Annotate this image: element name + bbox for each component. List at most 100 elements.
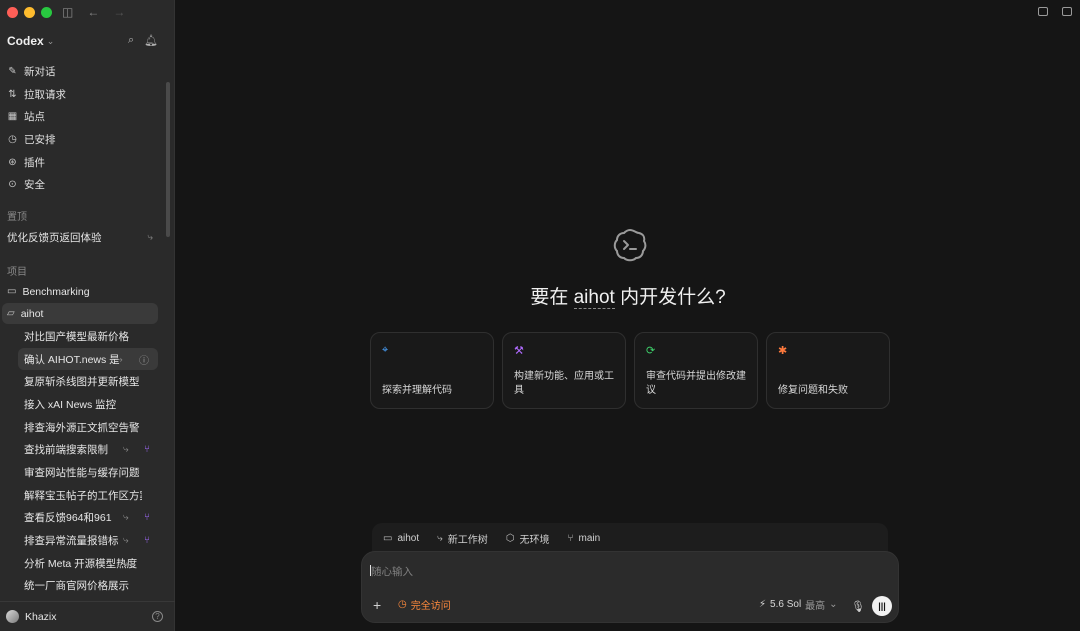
suggestion-explore-code[interactable]: ⌖ 探索并理解代码 [370,332,494,409]
pinned-thread-label: 优化反馈页返回体验 [7,231,102,244]
effort-label: 最高 [805,601,826,612]
model-selector[interactable]: ⚡︎ 5.6 Sol 最高 ⌄ [759,597,838,612]
sites-icon: ▦ [7,111,18,123]
minimize-window-button[interactable] [24,7,35,18]
thread-item[interactable]: 排查海外源正文抓空告警 ⤷ [0,416,170,439]
nav-scheduled[interactable]: ◷ 已安排 [0,128,175,151]
suggestion-build-feature[interactable]: ⚒ 构建新功能、应用或工具 [502,332,626,409]
review-icon: ⟳ [646,345,656,357]
panel-toggles [1038,7,1072,16]
thread-label: 对比国产模型最新价格 [24,330,129,343]
project-benchmarking[interactable]: ▭ Benchmarking [0,281,165,302]
zoom-window-button[interactable] [41,7,52,18]
project-selector[interactable]: ▭ aihot [383,533,419,544]
page-title: 要在 aihot 内开发什么? [176,282,1080,309]
suggestion-cards: ⌖ 探索并理解代码 ⚒ 构建新功能、应用或工具 ⟳ 审查代码并提出修改建议 ✱ … [370,332,890,409]
user-name: Khazix [25,610,57,623]
branch-value: main [578,532,601,544]
chevron-down-icon: ⌄ [829,599,838,610]
prompt-input[interactable]: 随心输入 [370,564,413,579]
info-icon[interactable]: ⓘ [139,352,149,367]
sidebar-actions: ⌕ 🔔︎ [128,34,158,47]
projects-section-label: 项目 [7,267,27,278]
worktree-icon: ⤷ [123,444,129,456]
thread-item[interactable]: 接入 xAI News 监控 [0,393,170,416]
shield-icon: ⊙ [8,179,17,191]
thread-item[interactable]: 对比国产模型最新价格 [0,325,170,348]
bell-icon[interactable]: 🔔︎ [144,34,158,47]
nav-label: 站点 [24,111,45,124]
thread-item[interactable]: 查看反馈964和961 ⤷ ⑂ [0,507,170,530]
nav-plugins[interactable]: ⊛ 插件 [0,151,175,174]
project-aihot[interactable]: ▱ aihot [2,303,158,324]
nav-label: 拉取请求 [24,88,66,101]
thread-item-selected[interactable]: 确认 AIHOT.news 是 ⤷ ⓘ [18,347,158,371]
search-icon[interactable]: ⌕ [128,34,134,47]
environment-selector[interactable]: ⬡ 无环境 [506,531,550,546]
worktree-icon: ⤷ [123,535,129,547]
branch-icon: ⑂ [144,444,150,456]
avatar [6,610,19,623]
thread-item[interactable]: 审查网站性能与缓存问题 [0,461,170,484]
thread-item[interactable]: 排查异常流量报错标 ⤷ ⑂ [0,529,170,552]
composer: 随心输入 + ◷ 完全访问 ⚡︎ 5.6 Sol 最高 ⌄ 🎙︎ ||| [361,551,899,623]
branch-selector[interactable]: ⑂ main [567,533,600,544]
nav-sites[interactable]: ▦ 站点 [0,105,175,128]
thread-label: 确认 AIHOT.news 是 [24,353,120,366]
environment-value: 无环境 [519,534,550,546]
back-arrow-icon[interactable]: ← [87,5,99,19]
folder-icon: ▭ [383,532,393,544]
nav-pull-requests[interactable]: ⇅ 拉取请求 [0,83,175,106]
headline-prefix: 要在 [530,287,574,308]
add-attachment-button[interactable]: + [373,597,381,613]
window-controls [7,7,52,18]
context-bar: ▭ aihot ⤷ 新工作树 ⬡ 无环境 ⑂ main [372,523,888,553]
worktree-selector[interactable]: ⤷ 新工作树 [437,531,488,546]
lightning-icon: ⚡︎ [759,599,767,610]
account-footer[interactable]: Khazix ? [0,601,175,631]
branch-icon: ⑂ [144,535,150,547]
worktree-icon: ⤷ [123,421,129,433]
folder-icon: ▭ [7,286,17,297]
access-level-button[interactable]: ◷ 完全访问 [398,597,451,612]
branch-icon: ⑂ [567,532,574,544]
suggestion-review-code[interactable]: ⟳ 审查代码并提出修改建议 [634,332,758,409]
sidebar-toggle-icon[interactable]: ◫ [62,5,73,19]
main-panel: 要在 aihot 内开发什么? ⌖ 探索并理解代码 ⚒ 构建新功能、应用或工具 … [176,0,1080,631]
terminal-panel-icon[interactable] [1038,7,1048,16]
side-panel-icon[interactable] [1062,7,1072,16]
thread-item[interactable]: 查找前端搜索限制 ⤷ ⑂ [0,438,170,461]
nav-new-chat[interactable]: ✎ 新对话 [0,60,175,83]
app-switcher[interactable]: Codex ⌄ [7,34,54,48]
pinned-thread[interactable]: 优化反馈页返回体验 ⤷ [0,227,165,247]
thread-label: 接入 xAI News 监控 [24,398,117,411]
thread-item[interactable]: 解释宝玉帖子的工作区方案 [0,484,170,507]
folder-open-icon: ▱ [7,308,15,319]
sidebar-scrollbar[interactable] [166,82,170,237]
help-icon[interactable]: ? [152,611,163,622]
cube-icon: ⬡ [505,532,515,544]
close-window-button[interactable] [7,7,18,18]
voice-mode-button[interactable]: ||| [872,596,892,616]
suggestion-fix-bugs[interactable]: ✱ 修复问题和失败 [766,332,890,409]
worktree-icon: ⤷ [147,231,153,243]
nav-security[interactable]: ⊙ 安全 [0,173,175,196]
microphone-icon[interactable]: 🎙︎ [851,600,865,613]
titlebar-tools: ◫ ← → [62,5,125,19]
thread-label: 分析 Meta 开源模型热度 [24,557,138,570]
sidebar-nav: ✎ 新对话 ⇅ 拉取请求 ▦ 站点 ◷ 已安排 ⊛ 插件 ⊙ 安全 [0,60,175,196]
worktree-icon: ⤷ [123,376,129,388]
pinned-section-label: 置顶 [7,212,27,223]
thread-item[interactable]: 复原斩杀线图并更新模型 ⤷ [0,370,170,393]
worktree-value: 新工作树 [447,534,488,546]
thread-label: 查看反馈964和961 [24,512,112,525]
headline-suffix: 内开发什么? [614,287,726,308]
thread-item[interactable]: 分析 Meta 开源模型热度 ⤷ [0,552,170,575]
thread-label: 统一厂商官网价格展示 [24,580,129,593]
forward-arrow-icon[interactable]: → [113,5,125,19]
thread-item[interactable]: 统一厂商官网价格展示 [0,575,170,598]
access-label: 完全访问 [410,601,451,612]
project-label: aihot [20,307,44,320]
hammer-icon: ⚒ [514,345,524,357]
headline-project[interactable]: aihot [573,287,615,309]
